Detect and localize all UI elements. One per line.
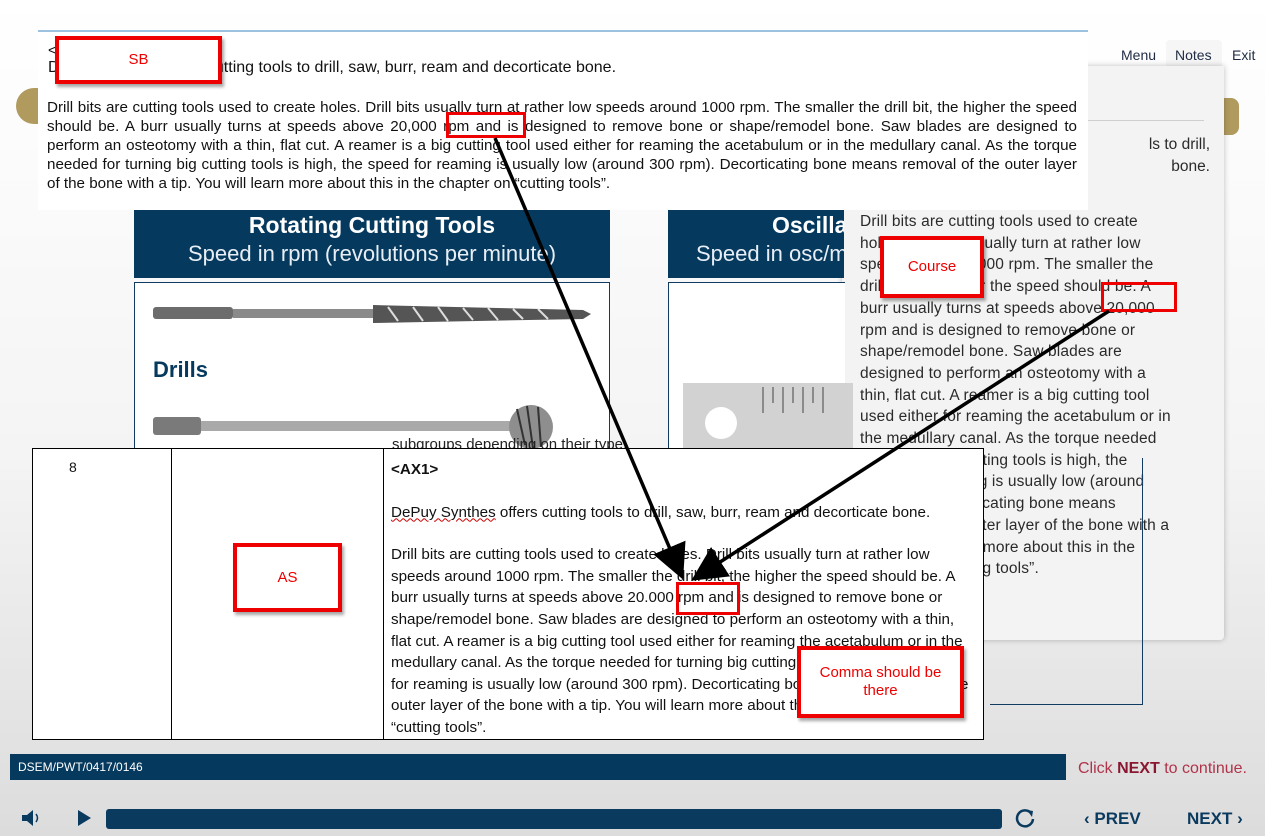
oscillating-panel-border [990, 458, 1143, 705]
as-intro-rest: offers cutting tools to drill, saw, burr… [495, 503, 931, 521]
oscillating-tools-header: Oscilla Speed in osc/m [668, 208, 844, 278]
chevron-right-icon: › [1237, 809, 1243, 828]
as-label-box: AS [233, 543, 342, 612]
progress-bar[interactable] [106, 809, 1002, 829]
rotating-tools-header: Rotating Cutting Tools Speed in rpm (rev… [134, 208, 610, 278]
click-next-hint: Click NEXT to continue. [1078, 760, 1247, 778]
prev-label: PREV [1094, 809, 1141, 828]
course-label-box: Course [880, 236, 984, 298]
drill-bit-image [153, 305, 591, 323]
as-highlight [676, 582, 740, 615]
comment-box: Comma should be there [797, 646, 964, 718]
speaker-icon[interactable] [20, 808, 42, 828]
as-tag: <AX1> [391, 461, 439, 478]
exit-link[interactable]: Exit [1232, 47, 1255, 63]
header-accent-left [16, 88, 38, 124]
notes-fragment: ls to drill, bone. [1148, 136, 1210, 175]
as-number-cell: 8 [33, 449, 172, 739]
click-text: Click [1078, 760, 1118, 777]
drills-label: Drills [153, 357, 209, 382]
rotating-title: Rotating Cutting Tools [248, 212, 496, 238]
oscillating-title: Oscilla [772, 212, 844, 238]
oscillating-tools-panel [668, 282, 853, 463]
as-brand: DePuy Synthes [391, 503, 496, 521]
next-label: NEXT [1187, 809, 1233, 828]
oscillating-subtitle: Speed in osc/m [696, 241, 844, 266]
sb-paragraph: Drill bits are cutting tools used to cre… [47, 99, 1077, 192]
play-icon[interactable] [76, 809, 92, 827]
sb-label-box: SB [55, 36, 222, 84]
rotating-tools-panel: Drills [134, 282, 610, 458]
chevron-left-icon: ‹ [1084, 809, 1090, 828]
footer-bar: DSEM/PWT/0417/0146 [10, 754, 1066, 780]
course-highlight [1101, 282, 1177, 312]
as-row-number: 8 [69, 459, 77, 475]
sb-highlight [446, 112, 526, 138]
as-intro-line: DePuy Synthes offers cutting tools to dr… [391, 502, 977, 524]
next-button[interactable]: NEXT › [1187, 809, 1243, 829]
document-code: DSEM/PWT/0417/0146 [18, 760, 143, 774]
replay-icon[interactable] [1014, 807, 1036, 829]
notes-link[interactable]: Notes [1175, 47, 1212, 63]
next-word: NEXT [1117, 760, 1160, 777]
rotating-subtitle: Speed in rpm (revolutions per minute) [187, 241, 557, 266]
continue-text: to continue. [1159, 760, 1247, 777]
menu-link[interactable]: Menu [1121, 47, 1156, 63]
prev-button[interactable]: ‹ PREV [1084, 809, 1141, 829]
